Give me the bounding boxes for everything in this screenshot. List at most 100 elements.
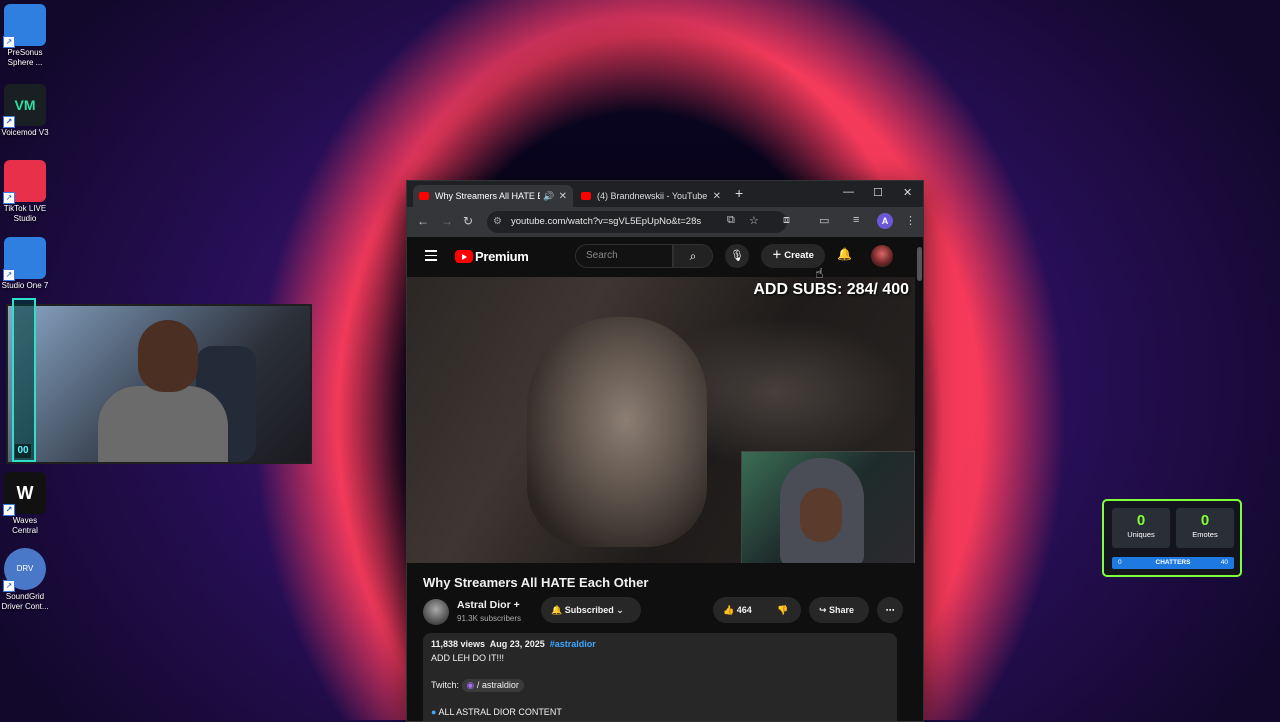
maximize-icon[interactable]: ☐ bbox=[873, 186, 883, 199]
share-label: Share bbox=[829, 605, 855, 615]
bookmark-star-icon[interactable]: ☆ bbox=[749, 214, 759, 227]
soundgrid-icon: DRV ↗ bbox=[3, 548, 46, 592]
webcam-person-head bbox=[138, 320, 198, 392]
new-tab-button[interactable]: + bbox=[735, 185, 743, 201]
extensions-icon[interactable]: ⧈ bbox=[783, 214, 790, 227]
chatters-bar: 0 CHATTERS 40 bbox=[1112, 557, 1234, 569]
page-scrollbar[interactable] bbox=[915, 237, 923, 721]
tab-title: Why Streamers All HATE Ea bbox=[435, 191, 541, 201]
voicemod-icon: VM ↗ bbox=[3, 84, 46, 128]
tab-title: (4) Brandnewskii - YouTube bbox=[597, 191, 708, 201]
speaker-icon[interactable]: 🔊 bbox=[543, 191, 554, 202]
reload-icon[interactable]: ↻ bbox=[463, 214, 473, 228]
url-bar[interactable]: ⚙ youtube.com/watch?v=sgVL5EpUpNo&t=28s bbox=[487, 211, 787, 233]
desktop-icon-label: SoundGrid Driver Cont... bbox=[1, 592, 49, 611]
more-actions-button[interactable]: ⋯ bbox=[877, 597, 903, 623]
channel-subscribers: 91.3K subscribers bbox=[457, 614, 522, 623]
install-app-icon[interactable]: ⧉ bbox=[727, 214, 735, 227]
audio-meter-value: 00 bbox=[15, 444, 31, 458]
youtube-logo[interactable]: Premium bbox=[455, 249, 529, 264]
close-tab-icon[interactable]: ✕ bbox=[713, 191, 721, 202]
create-label: Create bbox=[784, 250, 814, 261]
hamburger-menu-icon[interactable] bbox=[425, 250, 437, 264]
channel-avatar[interactable] bbox=[423, 599, 449, 625]
twitch-label: Twitch: bbox=[431, 680, 460, 690]
thumbs-down-icon: 👎 bbox=[777, 605, 789, 615]
forward-icon[interactable]: → bbox=[441, 214, 453, 228]
thumbs-up-icon: 👍 bbox=[723, 605, 737, 615]
description-box[interactable]: 11,838 views Aug 23, 2025 #astraldior AD… bbox=[423, 633, 897, 721]
notifications-bell-icon[interactable]: 🔔 bbox=[837, 247, 852, 261]
reading-list-icon[interactable]: ≡ bbox=[853, 214, 859, 226]
youtube-favicon-icon bbox=[581, 192, 591, 200]
like-button[interactable]: 👍 464 bbox=[723, 597, 752, 623]
scrollbar-thumb[interactable] bbox=[917, 247, 922, 281]
hand-cursor-icon: ☝ bbox=[815, 265, 824, 281]
minimize-icon[interactable]: — bbox=[843, 186, 854, 198]
emotes-count: 0 bbox=[1200, 512, 1210, 529]
subs-goal-overlay: ADD SUBS: 284/ 400 bbox=[753, 281, 909, 298]
streamer-facecam bbox=[741, 451, 915, 563]
tab-why-streamers[interactable]: Why Streamers All HATE Ea 🔊 ✕ bbox=[413, 185, 573, 207]
subscribed-label: Subscribed bbox=[564, 605, 614, 615]
emotes-box: 0 Emotes bbox=[1176, 508, 1234, 548]
dislike-button[interactable]: 👎 bbox=[777, 597, 788, 623]
hashtag-link[interactable]: #astraldior bbox=[550, 639, 596, 649]
video-background-crowd bbox=[687, 317, 907, 467]
browser-window: Why Streamers All HATE Ea 🔊 ✕ (4) Brandn… bbox=[406, 180, 924, 722]
video-title: Why Streamers All HATE Each Other bbox=[423, 575, 649, 590]
search-input[interactable]: Search bbox=[575, 244, 673, 268]
presonus-icon: ↗ bbox=[3, 4, 46, 48]
chatters-widget: 0 Uniques 0 Emotes 0 CHATTERS 40 bbox=[1102, 499, 1242, 577]
desktop-icon-waves[interactable]: W ↗ Waves Central bbox=[0, 472, 50, 535]
youtube-header: Premium Search ⌕ 🎙 ＋ Create 🔔 bbox=[407, 237, 915, 277]
uniques-count: 0 bbox=[1136, 512, 1146, 529]
search-icon: ⌕ bbox=[689, 249, 697, 263]
cast-icon[interactable]: ▭ bbox=[819, 214, 829, 227]
desktop-icon-soundgrid[interactable]: DRV ↗ SoundGrid Driver Cont... bbox=[0, 548, 50, 611]
desktop-icon-presonus[interactable]: ↗ PreSonus Sphere ... bbox=[0, 4, 50, 67]
profile-avatar[interactable]: A bbox=[877, 213, 893, 229]
desktop-icon-voicemod[interactable]: VM ↗ Voicemod V3 bbox=[0, 84, 50, 138]
back-icon[interactable]: ← bbox=[417, 214, 429, 228]
share-icon: ↪ bbox=[819, 605, 830, 615]
youtube-play-icon bbox=[455, 250, 473, 263]
studio-one-icon: ↗ bbox=[3, 237, 46, 281]
video-frame-face bbox=[527, 317, 707, 547]
uniques-label: Uniques bbox=[1127, 530, 1155, 539]
youtube-logo-text: Premium bbox=[475, 249, 529, 264]
subscribed-button[interactable]: 🔔 Subscribed ⌄ bbox=[541, 597, 641, 623]
twitch-link[interactable]: ◉ / astraldior bbox=[461, 679, 524, 692]
account-avatar[interactable] bbox=[871, 245, 893, 267]
menu-kebab-icon[interactable]: ⋮ bbox=[905, 214, 916, 227]
chevron-down-icon: ⌄ bbox=[613, 605, 624, 615]
audio-meter: 00 bbox=[12, 298, 36, 462]
share-button[interactable]: ↪ Share bbox=[809, 597, 869, 623]
emotes-label: Emotes bbox=[1192, 530, 1218, 539]
waves-icon: W ↗ bbox=[3, 472, 46, 516]
upload-date: Aug 23, 2025 bbox=[489, 639, 545, 649]
close-tab-icon[interactable]: ✕ bbox=[559, 191, 567, 202]
bell-icon: 🔔 bbox=[551, 605, 565, 615]
close-window-icon[interactable]: ✕ bbox=[903, 186, 912, 199]
uniques-box: 0 Uniques bbox=[1112, 508, 1170, 548]
description-meta: 11,838 views Aug 23, 2025 #astraldior bbox=[431, 639, 596, 649]
youtube-page: Premium Search ⌕ 🎙 ＋ Create 🔔 ADD SUBS: … bbox=[407, 237, 915, 721]
voice-search-button[interactable]: 🎙 bbox=[725, 244, 749, 268]
video-player[interactable]: ADD SUBS: 284/ 400 bbox=[407, 277, 915, 563]
chatters-label: CHATTERS bbox=[1155, 559, 1191, 566]
desktop-icon-label: Waves Central bbox=[12, 516, 38, 535]
desktop-icon-label: Studio One 7 bbox=[1, 281, 49, 290]
desktop-icon-label: PreSonus Sphere ... bbox=[7, 48, 43, 67]
search-button[interactable]: ⌕ bbox=[673, 244, 713, 268]
site-info-icon[interactable]: ⚙ bbox=[493, 216, 502, 227]
description-line: ADD LEH DO IT!!! bbox=[431, 653, 505, 663]
address-bar-row: ← → ↻ ⚙ youtube.com/watch?v=sgVL5EpUpNo&… bbox=[407, 207, 923, 237]
tab-brandnewskii[interactable]: (4) Brandnewskii - YouTube ✕ bbox=[575, 185, 727, 207]
desktop-icon-tiktok[interactable]: ↗ TikTok LIVE Studio bbox=[0, 160, 50, 223]
twitch-handle: / astraldior bbox=[476, 680, 519, 690]
desktop-icon-label: Voicemod V3 bbox=[1, 128, 49, 137]
view-count: 11,838 views bbox=[431, 639, 486, 649]
channel-name[interactable]: Astral Dior + bbox=[457, 599, 520, 611]
desktop-icon-studio-one[interactable]: ↗ Studio One 7 bbox=[0, 237, 50, 291]
